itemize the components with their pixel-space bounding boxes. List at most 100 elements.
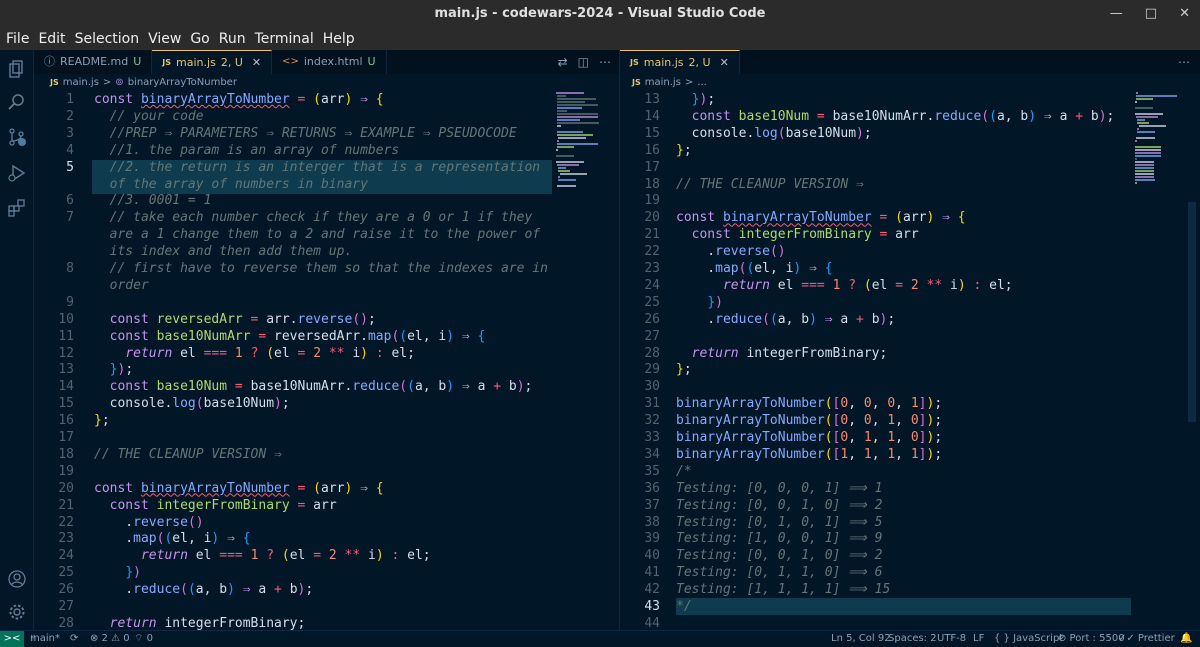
account-icon[interactable] <box>8 570 26 588</box>
code-line[interactable]: return el === 1 ? (el = 2 ** i) : el; <box>676 278 1013 295</box>
code-line[interactable]: const reversedArr = arr.reverse(); <box>94 312 376 329</box>
tab-main-js[interactable]: JS main.js 2, U ✕ <box>152 50 273 75</box>
menu-help[interactable]: Help <box>323 28 355 50</box>
code-line[interactable]: /* <box>676 464 692 481</box>
code-line[interactable]: const binaryArrayToNumber = (arr) ⇒ { <box>676 210 966 227</box>
settings-gear-icon[interactable] <box>8 603 26 621</box>
code-line[interactable]: Testing: [0, 1, 0, 1] ⟹ 5 <box>676 515 882 532</box>
end-of-line[interactable]: LF <box>973 631 984 647</box>
code-line[interactable]: binaryArrayToNumber([0, 0, 1, 0]); <box>676 413 942 430</box>
minimize-icon[interactable]: — <box>1110 0 1123 28</box>
right-editor[interactable]: 13 14 15 16 17 18 19 20 21 22 23 24 25 26 27 28 29 30 31 32… <box>620 92 1200 630</box>
split-editor-icon[interactable]: ◫ <box>578 55 589 69</box>
code-line[interactable]: // THE CLEANUP VERSION ⇒ <box>676 177 864 194</box>
menu-go[interactable]: Go <box>190 28 209 50</box>
left-editor[interactable]: 1 2 3 4 5 6 7 8 9 10 11 12 13 14 15 16 17 18 19 20 21 22 23 24 2… <box>34 92 619 630</box>
breadcrumb-file[interactable]: main.js <box>645 74 681 92</box>
code-line[interactable]: .reduce((a, b) ⇒ a + b); <box>676 312 895 329</box>
code-line[interactable]: Testing: [0, 0, 0, 1] ⟹ 1 <box>676 481 882 498</box>
more-actions-icon[interactable]: ⋯ <box>599 55 611 69</box>
code-line[interactable]: .reverse() <box>676 244 785 261</box>
notifications-bell-icon[interactable]: 🔔 <box>1180 631 1192 647</box>
code-line[interactable]: }); <box>94 362 133 379</box>
source-control-icon[interactable] <box>8 128 26 146</box>
code-line[interactable]: //3. 0001 = 1 <box>94 193 212 210</box>
live-server-port[interactable]: ⊘ Port : 5500 <box>1058 631 1125 647</box>
code-line[interactable]: }; <box>94 413 110 430</box>
breadcrumb-file[interactable]: main.js <box>63 74 99 92</box>
code-line[interactable]: return el === 1 ? (el = 2 ** i) : el; <box>94 548 431 565</box>
indentation[interactable]: Spaces: 2 <box>888 631 937 647</box>
menu-run[interactable]: Run <box>219 28 246 50</box>
code-line[interactable]: */ <box>676 599 692 616</box>
code-line[interactable]: }; <box>676 143 692 160</box>
problems-status[interactable]: ⊗ 2 ⚠ 0 <box>90 631 130 647</box>
code-line[interactable]: const integerFromBinary = arr <box>676 227 919 244</box>
minimap[interactable] <box>1135 92 1183 202</box>
code-line[interactable]: .reduce((a, b) ⇒ a + b); <box>94 582 313 599</box>
code-line[interactable]: Testing: [0, 1, 1, 0] ⟹ 6 <box>676 565 882 582</box>
prettier-status[interactable]: ✓✓ Prettier <box>1118 631 1175 647</box>
menu-file[interactable]: File <box>6 28 29 50</box>
code-line[interactable]: }; <box>676 362 692 379</box>
code-line[interactable]: // take each number check if they are a … <box>94 210 533 227</box>
code-line[interactable]: are a 1 change them to a 2 and raise it … <box>94 227 540 244</box>
sync-icon[interactable]: ⟳ <box>70 631 78 647</box>
encoding[interactable]: UTF-8 <box>937 631 966 647</box>
open-changes-icon[interactable]: ⇄ <box>558 55 568 69</box>
close-icon[interactable]: ✕ <box>1179 0 1190 28</box>
scrollbar[interactable] <box>1188 202 1196 422</box>
code-line[interactable]: return integerFromBinary; <box>676 346 888 363</box>
code-line[interactable]: const binaryArrayToNumber = (arr) ⇒ { <box>94 92 384 109</box>
code-line[interactable]: // THE CLEANUP VERSION ⇒ <box>94 447 282 464</box>
code-line[interactable]: const base10Num = base10NumArr.reduce((a… <box>676 109 1115 126</box>
code-line[interactable]: console.log(base10Num); <box>94 396 290 413</box>
code-line[interactable]: .reverse() <box>94 515 203 532</box>
code-line[interactable]: binaryArrayToNumber([0, 0, 0, 1]); <box>676 396 942 413</box>
remote-indicator[interactable]: >< <box>0 631 24 647</box>
code-line[interactable]: return integerFromBinary; <box>94 616 306 630</box>
close-icon[interactable]: ✕ <box>252 51 261 75</box>
code-line[interactable]: Testing: [0, 0, 1, 0] ⟹ 2 <box>676 548 882 565</box>
menu-view[interactable]: View <box>148 28 181 50</box>
code-line[interactable]: }) <box>676 295 723 312</box>
code-line[interactable]: .map((el, i) ⇒ { <box>94 531 250 548</box>
code-line[interactable]: its index and then add them up. <box>94 244 353 261</box>
maximize-icon[interactable]: □ <box>1145 0 1157 28</box>
code-line[interactable]: // your code <box>94 109 204 126</box>
menu-edit[interactable]: Edit <box>38 28 65 50</box>
code-line[interactable]: binaryArrayToNumber([0, 1, 1, 0]); <box>676 430 942 447</box>
code-line[interactable]: }) <box>94 565 141 582</box>
code-line[interactable]: //2. the return is an interger that is a… <box>94 160 540 177</box>
tab-main-js-right[interactable]: JS main.js 2, U ✕ <box>620 50 740 74</box>
code-line[interactable]: Testing: [1, 1, 1, 1] ⟹ 15 <box>676 582 890 599</box>
code-line[interactable]: const integerFromBinary = arr <box>94 498 337 515</box>
tab-index-html[interactable]: <> index.html U <box>272 50 387 74</box>
code-line[interactable]: .map((el, i) ⇒ { <box>676 261 832 278</box>
menu-terminal[interactable]: Terminal <box>255 28 314 50</box>
breadcrumb-symbol[interactable]: binaryArrayToNumber <box>128 74 237 92</box>
code-line[interactable]: return el === 1 ? (el = 2 ** i) : el; <box>94 346 415 363</box>
explorer-icon[interactable] <box>8 60 26 78</box>
code-line[interactable]: //PREP ⇒ PARAMETERS ⇒ RETURNS ⇒ EXAMPLE … <box>94 126 517 143</box>
code-line[interactable]: }); <box>676 92 715 109</box>
extensions-icon[interactable] <box>8 199 26 217</box>
code-line[interactable]: const base10Num = base10NumArr.reduce((a… <box>94 379 533 396</box>
tab-readme[interactable]: ⓘ README.md U <box>34 50 153 74</box>
code-line[interactable]: Testing: [1, 0, 0, 1] ⟹ 9 <box>676 531 882 548</box>
close-icon[interactable]: ✕ <box>720 51 729 75</box>
code-line[interactable]: const binaryArrayToNumber = (arr) ⇒ { <box>94 481 384 498</box>
ports-status[interactable]: ⌔ 0 <box>134 631 153 647</box>
language-mode[interactable]: { } JavaScript <box>994 631 1063 647</box>
search-icon[interactable] <box>8 93 26 111</box>
code-line[interactable]: console.log(base10Num); <box>676 126 872 143</box>
more-actions-icon[interactable]: ⋯ <box>1178 55 1190 69</box>
cursor-position[interactable]: Ln 5, Col 92 <box>831 631 891 647</box>
code-line[interactable]: Testing: [0, 0, 1, 0] ⟹ 2 <box>676 498 882 515</box>
code-line[interactable]: // first have to reverse them so that th… <box>94 261 548 278</box>
breadcrumb-more[interactable]: ... <box>697 74 707 92</box>
code-line[interactable]: binaryArrayToNumber([1, 1, 1, 1]); <box>676 447 942 464</box>
minimap[interactable] <box>556 92 604 202</box>
code-line[interactable]: const base10NumArr = reversedArr.map((el… <box>94 329 486 346</box>
code-line[interactable]: of the array of numbers in binary <box>94 177 368 194</box>
